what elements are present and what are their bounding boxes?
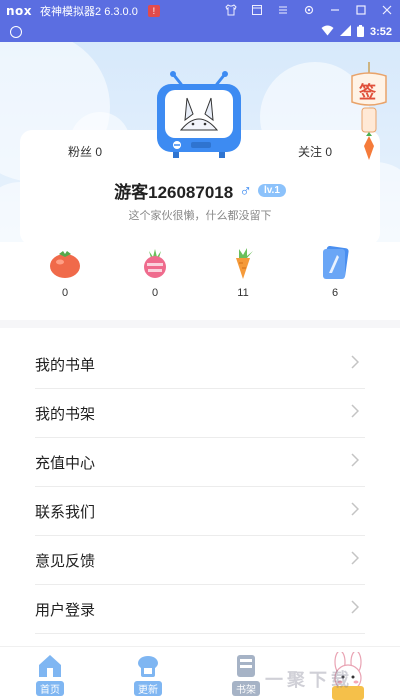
menu-item-label: 充值中心 [35,454,96,472]
menu-item-feedback[interactable]: 意见反馈 [35,536,365,585]
profile-menu: 我的书单 我的书架 充值中心 联系我们 意见反馈 用户登录 [35,340,365,634]
sign-in-button[interactable]: 签 [346,62,392,162]
section-divider [0,320,400,328]
follow-count[interactable]: 关注 0 [298,143,332,160]
fans-count[interactable]: 粉丝 0 [68,143,102,160]
stat-value: 6 [331,287,339,299]
emulator-alert-badge[interactable]: ! [147,5,160,17]
status-time: 3:52 [369,26,392,38]
chevron-right-icon [351,550,360,570]
menu-item-label: 意见反馈 [35,552,96,570]
user-stats: 0 0 11 6 [0,245,400,305]
wifi-icon [321,25,334,39]
nav-tab-home[interactable]: 首页 [20,651,80,698]
stat-value: 0 [61,287,69,299]
chevron-right-icon [351,452,360,472]
menu-item-label: 用户登录 [35,601,96,619]
stat-radish[interactable]: 0 [125,245,185,299]
chevron-right-icon [351,354,360,374]
avatar[interactable] [153,70,245,162]
level-badge: lv.1 [257,184,286,197]
menu-item-label: 我的书单 [35,356,96,374]
menu-item-my-bookshelf[interactable]: 我的书架 [35,389,365,438]
chevron-right-icon [351,501,360,521]
menu-item-my-booklist[interactable]: 我的书单 [35,340,365,389]
nav-label: 更新 [134,681,162,696]
stat-book-card[interactable]: 6 [305,245,365,299]
stat-carrot[interactable]: 11 [213,245,273,299]
minimize-icon[interactable] [322,4,348,19]
nav-label: 书架 [232,681,260,696]
tv-bunny-avatar-icon [157,71,241,158]
update-icon [134,651,162,679]
stat-tomato[interactable]: 0 [35,245,95,299]
chevron-right-icon [351,403,360,423]
status-bar: 3:52 [0,22,400,42]
app-indicator-icon [10,26,22,38]
menu-item-label: 我的书架 [35,405,96,423]
window-icon[interactable] [244,4,270,19]
shirt-icon[interactable] [218,3,244,19]
nav-label: 首页 [36,681,64,696]
watermark: 一聚下载 [265,670,353,690]
menu-item-user-login[interactable]: 用户登录 [35,585,365,634]
tomato-icon [47,245,83,281]
nav-tab-update[interactable]: 更新 [118,651,178,698]
home-icon [36,651,64,679]
signal-icon [339,25,351,39]
battery-icon [356,24,364,40]
username: 游客126087018 [114,183,234,202]
menu-item-recharge[interactable]: 充值中心 [35,438,365,487]
menu-item-label: 联系我们 [35,503,96,521]
carrot-icon [225,245,261,281]
radish-icon [137,245,173,281]
emulator-title-bar: nox 夜神模拟器2 6.3.0.0 ! [0,0,400,22]
sign-in-label: 签 [359,83,376,102]
menu-icon[interactable] [270,4,296,19]
emulator-title: 夜神模拟器2 6.3.0.0 [40,6,138,18]
book-card-icon [317,245,353,281]
chevron-right-icon [351,599,360,619]
male-gender-icon: ♂ [239,180,252,200]
menu-item-contact-us[interactable]: 联系我们 [35,487,365,536]
emulator-logo: nox [6,4,33,18]
stat-value: 0 [151,287,159,299]
stat-value: 11 [237,287,249,299]
gear-icon[interactable] [296,4,322,19]
user-signature: 这个家伙很懒，什么都没留下 [128,210,272,222]
close-icon[interactable] [374,4,400,19]
maximize-icon[interactable] [348,4,374,19]
emulator-controls [218,3,400,19]
bookshelf-icon [232,651,260,679]
